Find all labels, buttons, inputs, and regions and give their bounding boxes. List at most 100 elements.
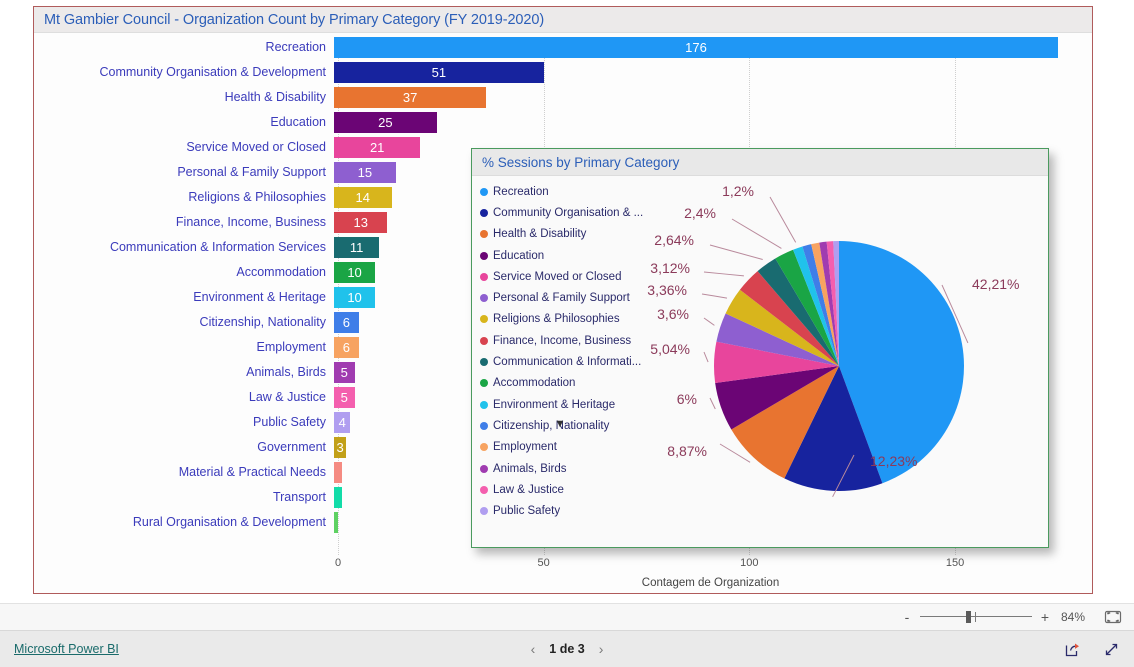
bar-chart-row[interactable]: Community Organisation & Development 51 bbox=[34, 60, 1092, 85]
microsoft-power-bi-link[interactable]: Microsoft Power BI bbox=[14, 642, 119, 656]
pie-value-label: 8,87% bbox=[667, 443, 707, 459]
pie-legend-item[interactable]: Community Organisation & ... bbox=[480, 202, 665, 223]
pie-legend-item[interactable]: Law & Justice bbox=[480, 479, 665, 500]
page-indicator-label: 1 de 3 bbox=[549, 642, 585, 656]
legend-color-dot-icon bbox=[480, 294, 488, 303]
bar-chart-title: Mt Gambier Council - Organization Count … bbox=[44, 11, 545, 28]
pie-value-label: 12,23% bbox=[870, 453, 917, 469]
legend-color-dot-icon bbox=[480, 379, 488, 388]
next-page-chevron-right-icon[interactable]: › bbox=[599, 641, 604, 657]
pie-label-leader-line bbox=[703, 271, 744, 277]
pie-value-label: 5,04% bbox=[650, 341, 690, 357]
bar-chart-header: Mt Gambier Council - Organization Count … bbox=[34, 7, 1092, 33]
bar-value-label: 15 bbox=[357, 165, 373, 180]
pie-value-label: 2,64% bbox=[654, 232, 694, 248]
bar-chart-row[interactable]: Education 25 bbox=[34, 110, 1092, 135]
pie-label-leader-line bbox=[703, 351, 709, 363]
bar-rect[interactable] bbox=[334, 462, 343, 483]
pie-chart-legend: Recreation Community Organisation & ... He… bbox=[480, 181, 665, 522]
bar-track: 37 bbox=[334, 85, 1092, 110]
pie-legend-item[interactable]: Personal & Family Support bbox=[480, 287, 665, 308]
bar-category-label: Rural Organisation & Development bbox=[132, 515, 326, 530]
pie-legend-label: Environment & Heritage bbox=[493, 398, 616, 411]
previous-page-chevron-left-icon[interactable]: ‹ bbox=[531, 641, 536, 657]
pie-legend-item[interactable]: Employment bbox=[480, 437, 665, 458]
bar-value-label: 10 bbox=[347, 290, 362, 305]
bar-value-label: 13 bbox=[353, 215, 368, 230]
zoom-slider-thumb[interactable] bbox=[966, 611, 971, 623]
pie-chart-visual[interactable]: % Sessions by Primary Category Recreatio… bbox=[471, 148, 1049, 548]
x-axis-tick-label: 100 bbox=[740, 557, 759, 569]
pie-value-label: 3,36% bbox=[647, 282, 687, 298]
bar-category-label: Health & Disability bbox=[224, 90, 326, 105]
zoom-out-button[interactable]: - bbox=[900, 610, 914, 624]
fullscreen-icon[interactable] bbox=[1103, 641, 1120, 658]
legend-color-dot-icon bbox=[480, 507, 488, 516]
bar-category-label: Law & Justice bbox=[248, 390, 326, 405]
bar-value-label: 51 bbox=[431, 65, 447, 80]
pie-legend-item[interactable]: Environment & Heritage bbox=[480, 394, 665, 415]
bar-value-label: 21 bbox=[369, 140, 385, 155]
legend-color-dot-icon bbox=[480, 421, 488, 430]
pie-label-leader-line bbox=[709, 244, 763, 260]
x-axis-tick-label: 150 bbox=[945, 557, 965, 569]
pie-legend-label: Education bbox=[493, 249, 545, 262]
legend-scroll-down-chevron-icon[interactable]: ▼ bbox=[552, 419, 568, 430]
legend-color-dot-icon bbox=[480, 272, 488, 281]
pie-legend-label: Public Safety bbox=[493, 505, 561, 518]
legend-color-dot-icon bbox=[480, 443, 488, 452]
legend-color-dot-icon bbox=[480, 251, 488, 260]
pie-legend-item[interactable]: Finance, Income, Business bbox=[480, 330, 665, 351]
zoom-slider[interactable] bbox=[920, 610, 1032, 624]
report-footer: Microsoft Power BI ‹ 1 de 3 › bbox=[0, 631, 1134, 667]
pie-legend-label: Law & Justice bbox=[493, 483, 564, 496]
bar-value-label: 14 bbox=[355, 190, 371, 205]
bar-chart-row[interactable]: Recreation 176 bbox=[34, 35, 1092, 60]
bar-category-label: Government bbox=[257, 440, 326, 455]
pie-legend-label: Community Organisation & ... bbox=[493, 206, 644, 219]
pie-label-leader-line bbox=[769, 196, 797, 243]
fit-to-page-icon[interactable] bbox=[1104, 610, 1122, 624]
pie-legend-label: Finance, Income, Business bbox=[493, 334, 632, 347]
report-canvas: Mt Gambier Council - Organization Count … bbox=[0, 0, 1134, 603]
bar-category-label: Education bbox=[270, 115, 326, 130]
bar-value-label: 10 bbox=[347, 265, 362, 280]
pie-legend-item[interactable]: Recreation bbox=[480, 181, 665, 202]
pie-legend-label: Personal & Family Support bbox=[493, 292, 630, 305]
legend-color-dot-icon bbox=[480, 336, 488, 345]
bar-track: 51 bbox=[334, 60, 1092, 85]
pie-legend-item[interactable]: Communication & Informati... bbox=[480, 351, 665, 372]
x-axis-title: Contagem de Organization bbox=[641, 577, 780, 589]
pie-legend-item[interactable]: Service Moved or Closed bbox=[480, 266, 665, 287]
bar-value-label: 4 bbox=[338, 415, 346, 430]
pie-label-leader-line bbox=[703, 317, 715, 326]
pie-legend-item[interactable]: Citizenship, Nationality bbox=[480, 415, 665, 436]
bar-chart-row[interactable]: Health & Disability 37 bbox=[34, 85, 1092, 110]
zoom-in-button[interactable]: + bbox=[1038, 610, 1052, 624]
pie-legend-item[interactable]: Public Safety bbox=[480, 500, 665, 521]
bar-category-label: Environment & Heritage bbox=[193, 290, 326, 305]
pie-legend-label: Religions & Philosophies bbox=[493, 313, 620, 326]
bar-value-label: 11 bbox=[349, 240, 364, 255]
pie-value-label: 3,6% bbox=[657, 306, 689, 322]
share-icon[interactable] bbox=[1064, 641, 1081, 658]
pie-legend-item[interactable]: Animals, Birds bbox=[480, 458, 665, 479]
bar-category-label: Material & Practical Needs bbox=[178, 465, 326, 480]
bar-category-label: Religions & Philosophies bbox=[188, 190, 326, 205]
pie-legend-item[interactable]: Accommodation bbox=[480, 373, 665, 394]
legend-color-dot-icon bbox=[480, 358, 488, 367]
bar-category-label: Accommodation bbox=[236, 265, 326, 280]
bar-rect[interactable] bbox=[334, 487, 343, 508]
pie-legend-item[interactable]: Religions & Philosophies bbox=[480, 309, 665, 330]
zoom-slider-rail bbox=[920, 616, 1032, 617]
pie-legend-item[interactable]: Education bbox=[480, 245, 665, 266]
bar-category-label: Animals, Birds bbox=[246, 365, 326, 380]
bar-track: 25 bbox=[334, 110, 1092, 135]
pie-label-leader-line bbox=[701, 293, 728, 299]
pie-legend-label: Employment bbox=[493, 441, 557, 454]
bar-category-label: Employment bbox=[256, 340, 326, 355]
pie-legend-item[interactable]: Health & Disability bbox=[480, 224, 665, 245]
bar-rect[interactable] bbox=[334, 512, 339, 533]
legend-color-dot-icon bbox=[480, 464, 488, 473]
pie-chart-plot-area: 42,21% 12,23% 8,87% 6% 5,04% 3,6% 3,36% 3,12% 2,… bbox=[642, 176, 1048, 547]
